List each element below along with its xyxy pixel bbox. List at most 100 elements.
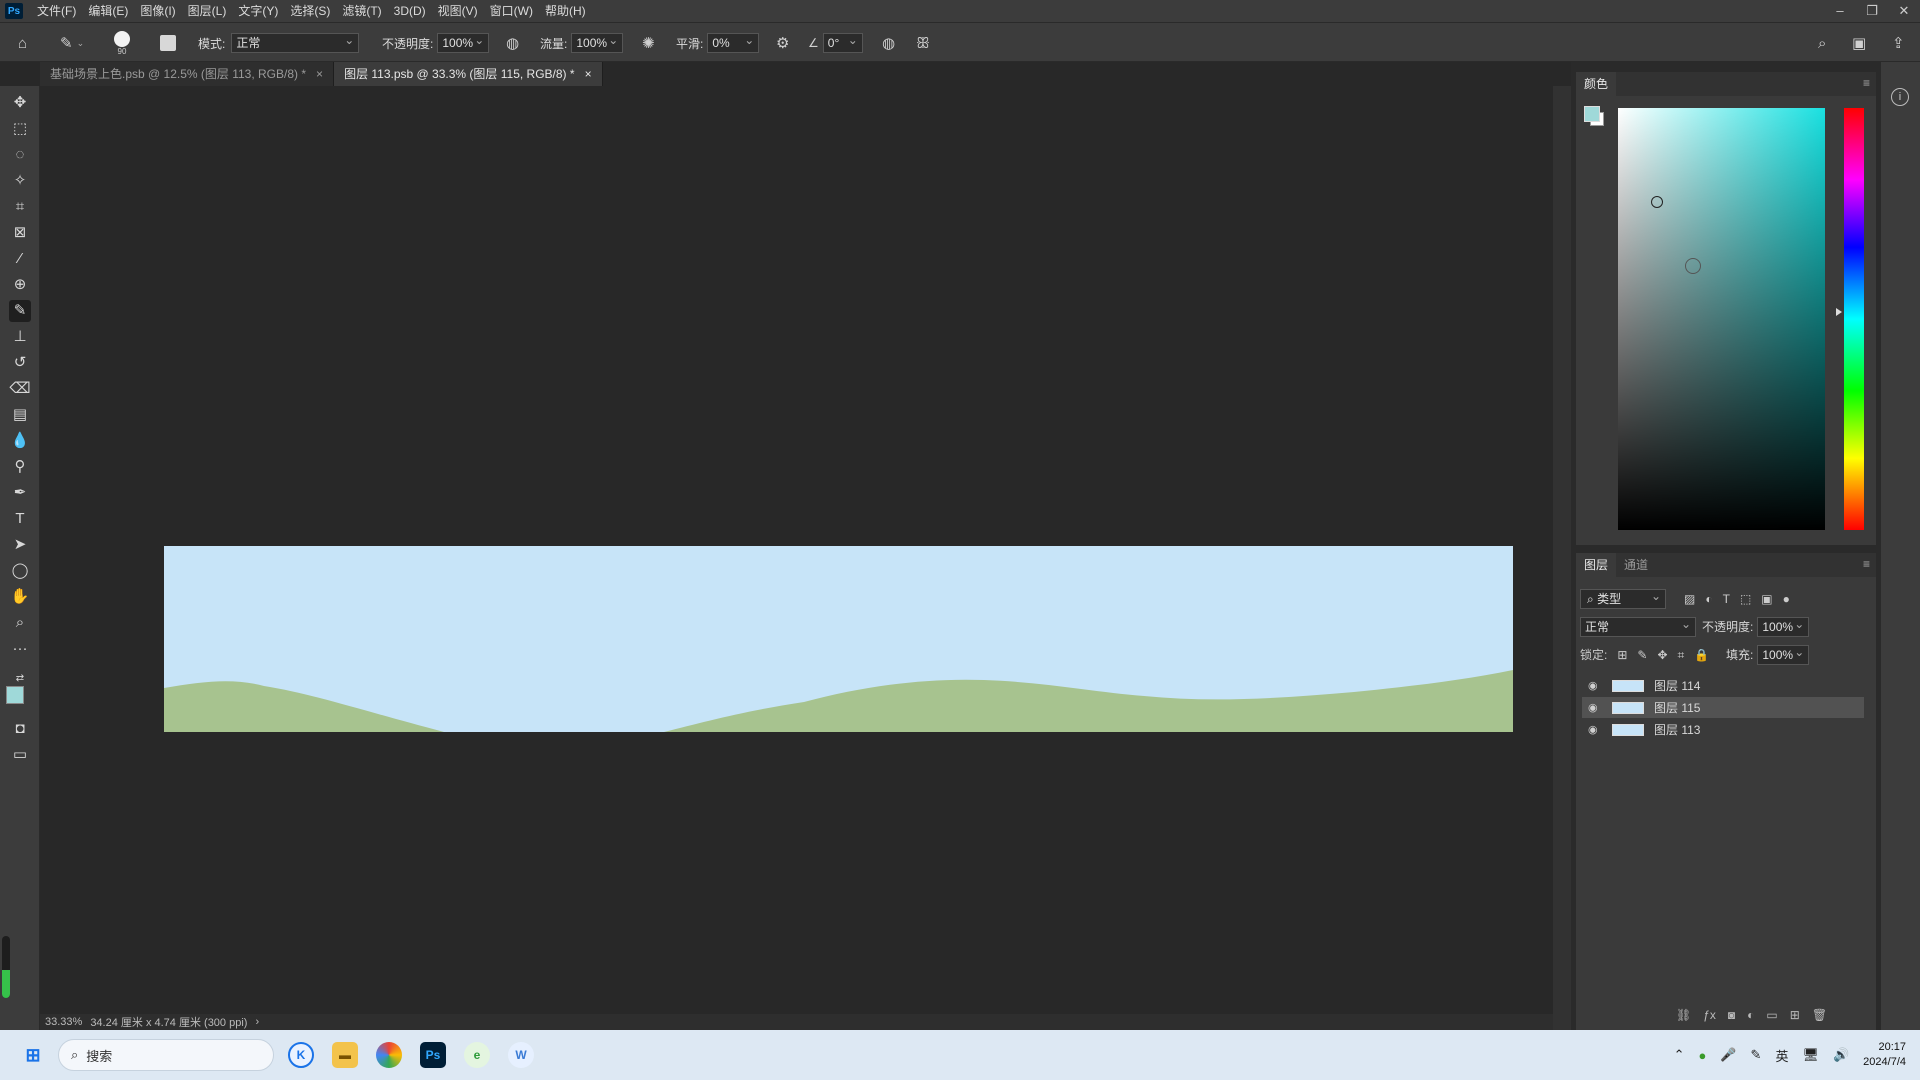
type-filter-icon[interactable]: T <box>1723 589 1730 609</box>
marquee-tool-icon[interactable]: ⬚ <box>9 118 31 140</box>
workspace-icon[interactable]: ▣ <box>1852 23 1866 63</box>
link-layers-icon[interactable]: ⛓ <box>1676 1008 1691 1022</box>
hand-tool-icon[interactable]: ✋ <box>9 586 31 608</box>
tab-channels[interactable]: 通道 <box>1616 553 1656 577</box>
fill-input[interactable]: 100% <box>1757 643 1810 665</box>
eyedropper-tool-icon[interactable]: ⁄ <box>9 248 31 270</box>
magic-wand-tool-icon[interactable]: ✧ <box>9 170 31 192</box>
system-clock[interactable]: 20:17 2024/7/4 <box>1863 1040 1906 1070</box>
brush-size-picker[interactable]: 90 <box>114 23 130 63</box>
pen-tool-icon[interactable]: ✒ <box>9 482 31 504</box>
layer-row[interactable]: ◉ 图层 113 <box>1582 719 1864 740</box>
eraser-tool-icon[interactable]: ⌫ <box>9 378 31 400</box>
adjustment-filter-icon[interactable]: ◐ <box>1705 589 1712 609</box>
photoshop-taskbar-icon[interactable]: Ps <box>420 1042 446 1068</box>
flow-input[interactable]: 100% <box>571 31 624 53</box>
color-picker-cursor[interactable] <box>1651 196 1663 208</box>
healing-brush-tool-icon[interactable]: ⊕ <box>9 274 31 296</box>
microphone-icon[interactable]: 🎤 <box>1720 1047 1736 1063</box>
ime-indicator[interactable]: 英 <box>1775 1046 1788 1065</box>
delete-layer-icon[interactable]: 🗑 <box>1812 1008 1827 1022</box>
windows-start-icon[interactable]: ⊞ <box>20 1042 46 1068</box>
tab-close-icon[interactable]: × <box>585 62 592 86</box>
tab-document-2[interactable]: 图层 113.psb @ 33.3% (图层 115, RGB/8) * × <box>334 62 603 86</box>
photoshop-logo-icon[interactable]: Ps <box>5 3 23 19</box>
tab-color[interactable]: 颜色 <box>1576 72 1617 96</box>
dodge-tool-icon[interactable]: ⚲ <box>9 456 31 478</box>
tray-app-icon[interactable]: ● <box>1699 1048 1707 1063</box>
vertical-scrollbar[interactable] <box>1553 86 1571 1030</box>
menu-file[interactable]: 文件(F) <box>31 0 82 22</box>
shape-filter-icon[interactable]: ⬚ <box>1740 589 1751 609</box>
menu-3d[interactable]: 3D(D) <box>388 0 432 22</box>
pen-icon[interactable]: ✎ <box>1751 1047 1762 1063</box>
hue-slider[interactable] <box>1844 108 1864 530</box>
canvas-workspace[interactable] <box>40 86 1553 1014</box>
pressure-opacity-icon[interactable]: ◍ <box>506 23 519 63</box>
new-group-icon[interactable]: ▭ <box>1766 1008 1777 1022</box>
brush-tool-icon[interactable]: ✎ <box>9 300 31 322</box>
pixel-filter-icon[interactable]: ▨ <box>1684 589 1695 609</box>
opacity-input[interactable]: 100% <box>437 31 490 53</box>
menu-filter[interactable]: 滤镜(T) <box>336 0 387 22</box>
chrome-browser-icon[interactable] <box>376 1042 402 1068</box>
menu-view[interactable]: 视图(V) <box>432 0 484 22</box>
foreground-color-swatch[interactable] <box>6 686 24 704</box>
volume-icon[interactable]: 🔊 <box>1833 1047 1849 1063</box>
tab-close-icon[interactable]: × <box>316 62 323 86</box>
layer-filter-select[interactable]: ⌕ 类型 <box>1580 587 1666 609</box>
panel-menu-icon[interactable]: ≡ <box>1863 76 1870 90</box>
app-w-icon[interactable]: W <box>508 1042 534 1068</box>
lock-position-icon[interactable]: ✥ <box>1657 645 1667 665</box>
blur-tool-icon[interactable]: 💧 <box>9 430 31 452</box>
smoothing-options-gear-icon[interactable]: ⚙ <box>776 23 789 63</box>
lock-pixels-icon[interactable]: ✎ <box>1637 645 1647 665</box>
smart-object-filter-icon[interactable]: ▣ <box>1761 589 1772 609</box>
layer-opacity-input[interactable]: 100% <box>1757 615 1810 637</box>
network-icon[interactable]: 🖥 <box>1802 1047 1819 1063</box>
minimize-icon[interactable]: – <box>1824 0 1856 22</box>
brush-preset-icon[interactable]: ✎ ⌄ <box>60 23 84 63</box>
close-icon[interactable]: ✕ <box>1888 0 1920 22</box>
visibility-eye-icon[interactable]: ◉ <box>1588 701 1602 714</box>
menu-window[interactable]: 窗口(W) <box>484 0 539 22</box>
pressure-size-icon[interactable]: ◍ <box>882 23 895 63</box>
info-icon[interactable]: i <box>1891 88 1909 106</box>
quick-mask-icon[interactable]: ◘ <box>9 718 31 740</box>
lock-artboard-icon[interactable]: ⌗ <box>1678 645 1685 665</box>
smoothing-input[interactable]: 0% <box>707 31 760 53</box>
visibility-eye-icon[interactable]: ◉ <box>1588 723 1602 736</box>
gradient-tool-icon[interactable]: ▤ <box>9 404 31 426</box>
history-brush-tool-icon[interactable]: ↺ <box>9 352 31 374</box>
ellipse-tool-icon[interactable]: ◯ <box>9 560 31 582</box>
layer-row[interactable]: ◉ 图层 115 <box>1582 697 1864 718</box>
share-icon[interactable]: ⇪ <box>1892 23 1905 63</box>
lock-transparency-icon[interactable]: ⊞ <box>1617 645 1627 665</box>
frame-tool-icon[interactable]: ⊠ <box>9 222 31 244</box>
edge-browser-icon[interactable]: e <box>464 1042 490 1068</box>
kuaizip-app-icon[interactable]: K <box>288 1042 314 1068</box>
filter-toggle-icon[interactable]: ● <box>1783 589 1790 609</box>
panel-menu-icon[interactable]: ≡ <box>1863 557 1870 571</box>
crop-tool-icon[interactable]: ⌗ <box>9 196 31 218</box>
type-tool-icon[interactable]: T <box>9 508 31 530</box>
tab-document-1[interactable]: 基础场景上色.psb @ 12.5% (图层 113, RGB/8) * × <box>40 62 335 86</box>
screen-mode-icon[interactable]: ▭ <box>9 744 31 766</box>
zoom-tool-icon[interactable]: ⌕ <box>9 612 31 634</box>
move-tool-icon[interactable]: ✥ <box>9 92 31 114</box>
saturation-brightness-field[interactable] <box>1618 108 1825 530</box>
layer-row[interactable]: ◉ 图层 114 <box>1582 675 1864 696</box>
menu-image[interactable]: 图像(I) <box>134 0 181 22</box>
add-mask-icon[interactable]: ◙ <box>1728 1008 1735 1022</box>
airbrush-icon[interactable]: ✺ <box>642 23 655 63</box>
new-adjustment-icon[interactable]: ◐ <box>1747 1008 1754 1022</box>
visibility-eye-icon[interactable]: ◉ <box>1588 679 1602 692</box>
mode-select[interactable]: 正常 <box>231 31 360 53</box>
status-arrow-icon[interactable]: › <box>255 1016 259 1028</box>
blend-mode-select[interactable]: 正常 <box>1580 615 1696 637</box>
search-icon[interactable]: ⌕ <box>1818 23 1826 63</box>
path-selection-tool-icon[interactable]: ➤ <box>9 534 31 556</box>
taskbar-search-box[interactable]: ⌕ 搜索 <box>58 1039 274 1071</box>
tab-layers[interactable]: 图层 <box>1576 553 1617 577</box>
more-tools-icon[interactable]: ··· <box>9 638 31 660</box>
